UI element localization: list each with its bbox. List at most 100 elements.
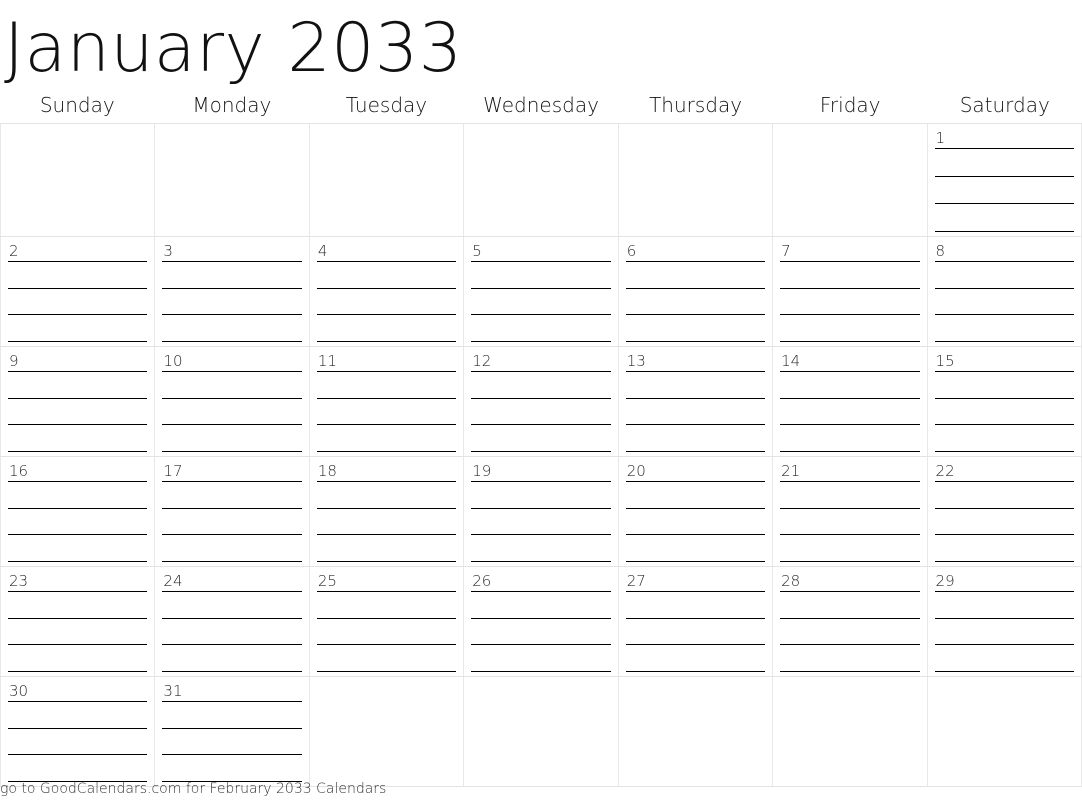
day-cell[interactable]: 23 — [0, 567, 156, 677]
writing-line — [934, 424, 1074, 426]
writing-line — [162, 397, 302, 399]
day-cell[interactable]: 6 — [618, 237, 774, 347]
writing-line — [780, 617, 920, 619]
writing-line — [471, 591, 611, 592]
day-cell[interactable]: 10 — [155, 347, 310, 457]
day-cell[interactable]: 17 — [155, 457, 310, 567]
writing-lines — [162, 591, 302, 672]
day-cell[interactable]: 15 — [927, 347, 1082, 457]
day-cell[interactable]: 9 — [0, 347, 156, 457]
writing-lines — [8, 261, 148, 342]
writing-line — [934, 175, 1074, 177]
day-cell[interactable]: 27 — [618, 567, 774, 677]
day-cell[interactable]: 14 — [773, 347, 928, 457]
day-number: 2 — [9, 242, 19, 260]
writing-line — [625, 287, 766, 289]
writing-line — [8, 424, 148, 426]
day-cell[interactable]: 28 — [773, 567, 928, 677]
writing-line — [625, 314, 766, 316]
day-cell[interactable]: 20 — [618, 457, 774, 567]
writing-line — [471, 670, 611, 672]
day-number: 4 — [317, 242, 328, 260]
writing-line — [780, 644, 920, 646]
day-cell[interactable]: 30 — [0, 677, 156, 787]
day-cell[interactable]: 16 — [0, 457, 156, 567]
day-cell-empty — [618, 677, 774, 787]
day-number: 27 — [626, 572, 646, 590]
day-cell[interactable]: 19 — [464, 457, 619, 567]
day-cell[interactable]: 1 — [927, 124, 1082, 237]
writing-line — [625, 424, 766, 426]
day-number: 29 — [935, 572, 955, 590]
writing-lines — [471, 591, 611, 672]
writing-line — [162, 534, 302, 536]
weekday-header-saturday: Saturday — [959, 93, 1050, 117]
writing-line — [316, 560, 457, 562]
writing-line — [780, 287, 920, 289]
writing-line — [316, 617, 457, 619]
writing-line — [316, 371, 457, 372]
day-cell[interactable]: 24 — [155, 567, 310, 677]
writing-line — [934, 617, 1074, 619]
writing-line — [471, 340, 611, 342]
day-cell[interactable]: 3 — [155, 237, 310, 347]
day-cell[interactable]: 12 — [464, 347, 619, 457]
day-cell[interactable]: 21 — [773, 457, 928, 567]
day-cell[interactable]: 29 — [927, 567, 1082, 677]
writing-line — [934, 148, 1074, 149]
writing-line — [934, 670, 1074, 672]
day-cell-empty — [773, 677, 928, 787]
writing-line — [8, 481, 148, 482]
writing-line — [316, 397, 457, 399]
day-cell[interactable]: 2 — [0, 237, 156, 347]
writing-line — [8, 701, 148, 702]
writing-line — [316, 340, 457, 342]
day-cell[interactable]: 5 — [464, 237, 619, 347]
writing-line — [934, 314, 1074, 316]
writing-line — [8, 727, 148, 729]
writing-lines — [934, 591, 1074, 672]
writing-line — [780, 340, 920, 342]
footer-note: go to GoodCalendars.com for February 203… — [0, 781, 387, 797]
day-cell[interactable]: 13 — [618, 347, 774, 457]
writing-line — [625, 481, 766, 482]
weekday-header-thursday: Thursday — [649, 93, 743, 117]
day-cell[interactable]: 18 — [309, 457, 465, 567]
writing-line — [8, 507, 148, 509]
day-cell[interactable]: 8 — [927, 237, 1082, 347]
writing-line — [471, 424, 611, 426]
writing-line — [471, 261, 611, 262]
day-cell-empty — [464, 124, 619, 237]
day-cell[interactable]: 31 — [155, 677, 310, 787]
writing-line — [471, 371, 611, 372]
day-cell[interactable]: 11 — [309, 347, 465, 457]
day-number: 24 — [163, 572, 183, 590]
day-cell[interactable]: 22 — [927, 457, 1082, 567]
writing-line — [934, 450, 1074, 452]
writing-line — [162, 261, 302, 262]
writing-line — [934, 203, 1074, 205]
writing-lines — [316, 481, 457, 562]
writing-lines — [780, 481, 920, 562]
day-number: 6 — [626, 242, 637, 260]
writing-line — [471, 507, 611, 509]
writing-line — [934, 371, 1074, 372]
calendar-week-row: 9 10 11 12 13 14 15 — [0, 347, 1082, 457]
day-number: 31 — [163, 682, 183, 700]
writing-line — [780, 261, 920, 262]
writing-lines — [316, 371, 457, 452]
day-cell[interactable]: 7 — [773, 237, 928, 347]
writing-lines — [625, 481, 766, 562]
writing-line — [8, 670, 148, 672]
writing-line — [162, 754, 302, 756]
writing-lines — [8, 371, 148, 452]
writing-line — [471, 617, 611, 619]
writing-line — [162, 727, 302, 729]
day-cell[interactable]: 26 — [464, 567, 619, 677]
writing-line — [471, 314, 611, 316]
day-cell[interactable]: 4 — [309, 237, 465, 347]
writing-line — [780, 481, 920, 482]
day-number: 20 — [626, 462, 646, 480]
day-cell[interactable]: 25 — [309, 567, 465, 677]
writing-line — [162, 424, 302, 426]
